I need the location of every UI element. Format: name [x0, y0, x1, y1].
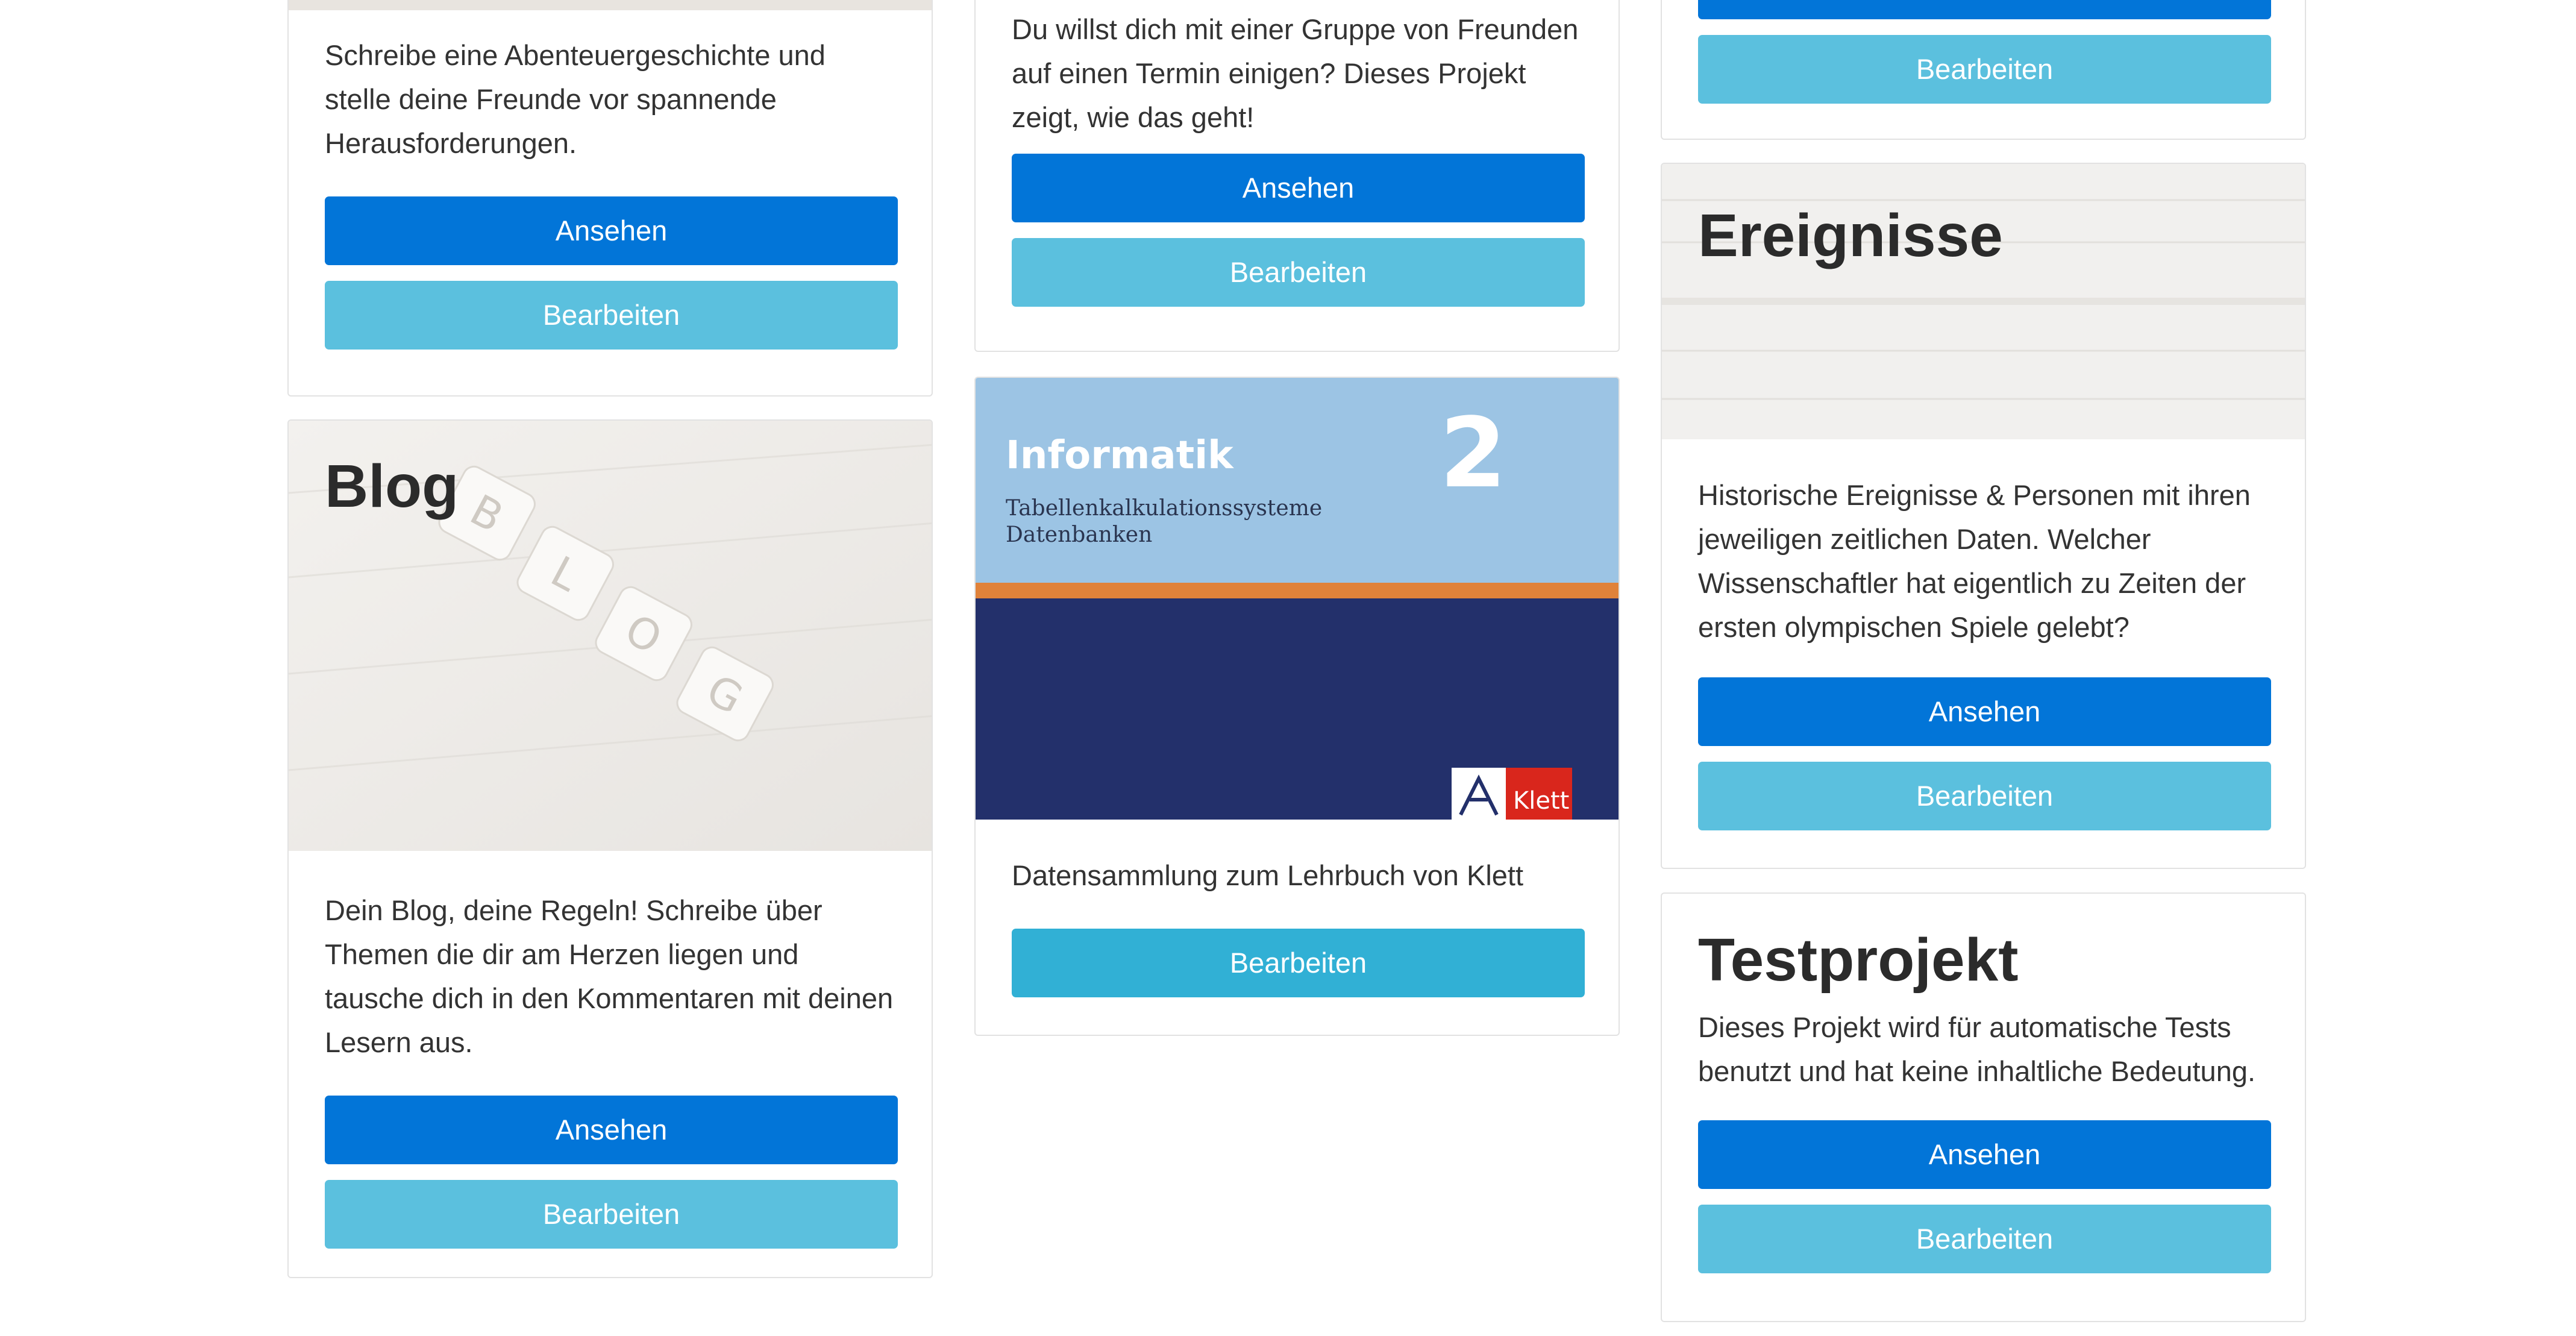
project-card-klett: Informatik Tabellenkalkulationssysteme D… — [974, 377, 1620, 1036]
view-button[interactable]: Ansehen — [1698, 1120, 2271, 1189]
card-image: B L O G Blog — [289, 421, 932, 851]
edit-button[interactable]: Bearbeiten — [325, 281, 898, 350]
project-card-test: Testprojekt Dieses Projekt wird für auto… — [1661, 892, 2306, 1322]
edit-button[interactable]: Bearbeiten — [325, 1180, 898, 1249]
klett-logo-text: Klett — [1513, 787, 1569, 815]
view-button[interactable] — [1698, 0, 2271, 19]
book-cover-subtitle: Datenbanken — [1006, 522, 1152, 547]
card-image: Ereignisse — [1662, 164, 2305, 439]
card-description: Datensammlung zum Lehrbuch von Klett — [1012, 859, 1524, 891]
edit-button[interactable]: Bearbeiten — [1012, 238, 1585, 307]
project-card-top-right: Bearbeiten — [1661, 0, 2306, 140]
edit-button[interactable]: Bearbeiten — [1012, 929, 1585, 997]
card-description: Schreibe eine Abenteuergeschichte und st… — [325, 39, 826, 159]
card-description: Dieses Projekt wird für automatische Tes… — [1698, 1011, 2256, 1087]
book-cover-number: 2 — [1440, 397, 1506, 509]
view-button[interactable]: Ansehen — [325, 196, 898, 265]
view-button[interactable]: Ansehen — [1012, 154, 1585, 222]
card-description: Dein Blog, deine Regeln! Schreibe über T… — [325, 894, 894, 1058]
edit-button[interactable]: Bearbeiten — [1698, 35, 2271, 104]
card-title: Testprojekt — [1698, 926, 2019, 994]
project-card-poll: Du willst dich mit einer Gruppe von Freu… — [974, 0, 1620, 352]
card-description: Du willst dich mit einer Gruppe von Freu… — [1012, 13, 1579, 133]
card-title: Ereignisse — [1698, 202, 2003, 269]
card-description: Historische Ereignisse & Personen mit ih… — [1698, 479, 2251, 643]
view-button[interactable]: Ansehen — [1698, 677, 2271, 746]
project-card-events: Ereignisse Historische Ereignisse & Pers… — [1661, 163, 2306, 869]
book-cover-title: Informatik — [1006, 433, 1234, 478]
edit-button[interactable]: Bearbeiten — [1698, 762, 2271, 830]
project-gallery: Schreibe eine Abenteuergeschichte und st… — [0, 0, 2576, 1336]
book-cover-subtitle: Tabellenkalkulationssysteme — [1006, 496, 1322, 521]
view-button[interactable]: Ansehen — [325, 1096, 898, 1164]
project-card-adventure: Schreibe eine Abenteuergeschichte und st… — [287, 0, 933, 397]
card-image — [289, 0, 932, 10]
book-cover-image: Informatik Tabellenkalkulationssysteme D… — [976, 378, 1619, 820]
card-image: Informatik Tabellenkalkulationssysteme D… — [976, 378, 1619, 820]
edit-button[interactable]: Bearbeiten — [1698, 1205, 2271, 1273]
card-title: Blog — [325, 453, 459, 520]
project-card-blog: B L O G Blog Dein Blog, deine Regeln! Sc… — [287, 419, 933, 1278]
